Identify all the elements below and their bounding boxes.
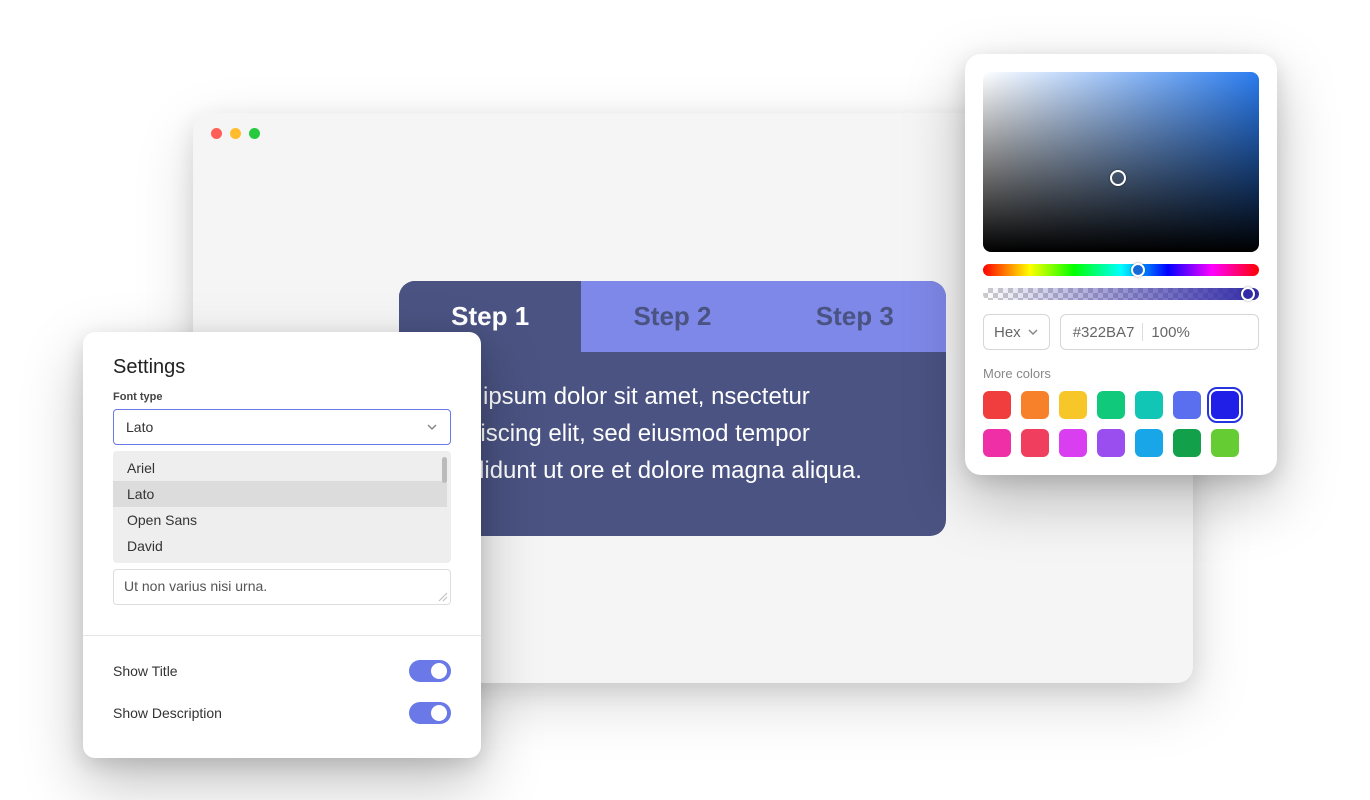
hex-value: #322BA7 <box>1073 324 1135 341</box>
color-swatches <box>983 391 1259 457</box>
show-description-row: Show Description <box>113 692 451 734</box>
hue-slider-knob[interactable] <box>1131 263 1145 277</box>
divider <box>83 635 481 636</box>
steps-widget: Step 1 Step 2 Step 3 rem ipsum dolor sit… <box>399 281 946 536</box>
color-swatch-4[interactable] <box>1135 391 1163 419</box>
alpha-slider[interactable] <box>983 288 1259 300</box>
font-option-david[interactable]: David <box>113 533 447 559</box>
color-format-select[interactable]: Hex <box>983 314 1050 350</box>
color-swatch-9[interactable] <box>1059 429 1087 457</box>
textarea-value: Ut non varius nisi urna. <box>124 578 267 594</box>
tab-step-2[interactable]: Step 2 <box>581 281 763 352</box>
settings-panel: Settings Font type Lato Ariel Lato Open … <box>83 332 481 758</box>
font-type-value: Lato <box>126 419 153 435</box>
color-swatch-0[interactable] <box>983 391 1011 419</box>
font-type-label: Font type <box>113 391 451 403</box>
settings-title: Settings <box>113 356 451 379</box>
color-swatch-10[interactable] <box>1097 429 1125 457</box>
font-option-lato[interactable]: Lato <box>113 481 447 507</box>
show-description-toggle[interactable] <box>409 702 451 724</box>
color-swatch-3[interactable] <box>1097 391 1125 419</box>
color-swatch-6[interactable] <box>1211 391 1239 419</box>
color-saturation-area[interactable] <box>983 72 1259 252</box>
font-option-ariel[interactable]: Ariel <box>113 455 447 481</box>
color-swatch-2[interactable] <box>1059 391 1087 419</box>
color-swatch-11[interactable] <box>1135 429 1163 457</box>
color-picker-panel: Hex #322BA7 100% More colors <box>965 54 1277 475</box>
color-swatch-8[interactable] <box>1021 429 1049 457</box>
font-type-dropdown[interactable]: Ariel Lato Open Sans David <box>113 451 451 563</box>
tab-step-3[interactable]: Step 3 <box>764 281 946 352</box>
description-textarea[interactable]: Ut non varius nisi urna. <box>113 569 451 605</box>
show-title-label: Show Title <box>113 663 178 679</box>
font-type-select[interactable]: Lato <box>113 409 451 445</box>
window-minimize-dot[interactable] <box>230 128 241 139</box>
color-swatch-1[interactable] <box>1021 391 1049 419</box>
show-title-toggle[interactable] <box>409 660 451 682</box>
chevron-down-icon <box>426 421 438 433</box>
color-swatch-5[interactable] <box>1173 391 1201 419</box>
window-maximize-dot[interactable] <box>249 128 260 139</box>
textarea-resize-icon[interactable] <box>438 592 448 602</box>
color-cursor[interactable] <box>1110 170 1126 186</box>
dropdown-scrollbar[interactable] <box>442 457 447 483</box>
show-description-label: Show Description <box>113 705 222 721</box>
color-swatch-13[interactable] <box>1211 429 1239 457</box>
hex-input[interactable]: #322BA7 100% <box>1060 314 1259 350</box>
step-body-text: rem ipsum dolor sit amet, nsectetur adip… <box>399 352 946 536</box>
window-close-dot[interactable] <box>211 128 222 139</box>
color-format-value: Hex <box>994 324 1021 341</box>
color-swatch-7[interactable] <box>983 429 1011 457</box>
show-title-row: Show Title <box>113 650 451 692</box>
color-swatch-12[interactable] <box>1173 429 1201 457</box>
alpha-value: 100% <box>1151 324 1189 341</box>
input-separator <box>1142 323 1143 341</box>
font-option-open-sans[interactable]: Open Sans <box>113 507 447 533</box>
steps-tabs: Step 1 Step 2 Step 3 <box>399 281 946 352</box>
chevron-down-icon <box>1027 326 1039 338</box>
hue-slider[interactable] <box>983 264 1259 276</box>
more-colors-label: More colors <box>983 366 1259 381</box>
alpha-slider-knob[interactable] <box>1241 287 1255 301</box>
